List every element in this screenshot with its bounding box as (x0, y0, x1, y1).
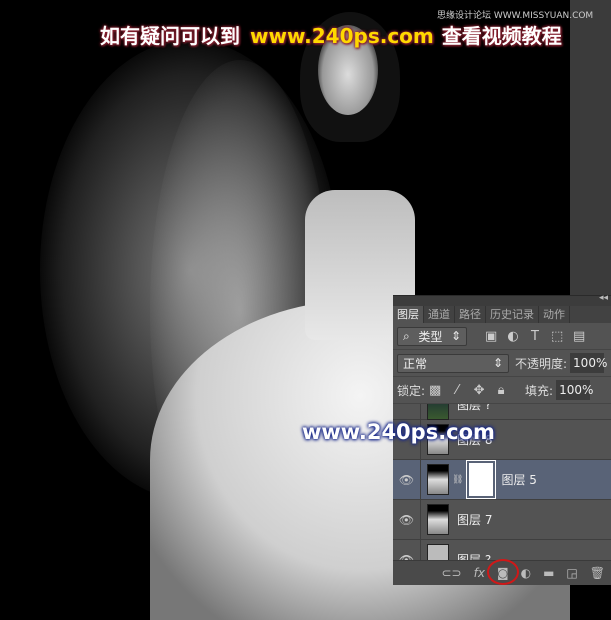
opacity-input[interactable]: 100% (570, 353, 607, 373)
filter-label: 类型 (418, 329, 443, 344)
tab-layers[interactable]: 图层 (393, 306, 424, 323)
lock-transparent-icon[interactable]: ▩ (429, 383, 441, 398)
banner: 如有疑问可以到 www.240ps.com 查看视频教程 (100, 20, 562, 49)
layer-thumbnail (427, 504, 449, 535)
banner-url: www.240ps.com (250, 24, 434, 48)
adjustment-filter-icon[interactable]: ◐ (507, 329, 519, 344)
search-icon: ⌕ (403, 328, 410, 343)
type-filter-icon[interactable]: T (529, 329, 541, 344)
watermark: www.240ps.com (302, 420, 495, 444)
updown-icon: ⇕ (492, 356, 503, 370)
highlight-circle (486, 559, 519, 585)
tab-actions[interactable]: 动作 (539, 306, 570, 323)
eye-icon[interactable]: 👁︎ (393, 460, 421, 499)
collapse-icon[interactable]: ◂◂ (599, 293, 608, 303)
banner-left: 如有疑问可以到 (100, 24, 240, 48)
trash-icon[interactable]: 🗑︎ (590, 566, 605, 580)
lock-label: 锁定: (397, 383, 426, 398)
banner-right: 查看视频教程 (441, 24, 562, 48)
layer-name: 图层 ? (457, 404, 492, 412)
layer-row-selected[interactable]: 👁︎ ⛓ 图层 5 (393, 460, 611, 500)
lock-paint-icon[interactable]: ⁄ (451, 383, 463, 398)
tab-channels[interactable]: 通道 (424, 306, 455, 323)
layer-mask-thumbnail[interactable] (466, 460, 497, 499)
image-filter-icon[interactable]: ▣ (485, 329, 497, 344)
eye-icon[interactable]: 👁︎ (393, 540, 421, 561)
fill-input[interactable]: 100% (556, 380, 593, 400)
tab-paths[interactable]: 路径 (455, 306, 486, 323)
adjustment-layer-icon[interactable]: ◐ (521, 566, 531, 580)
filter-kind-select[interactable]: ⌕ 类型 ⇕ (397, 326, 467, 346)
fx-icon[interactable]: fx (474, 566, 485, 580)
layer-row[interactable]: 图层 ? (393, 404, 611, 420)
credit: 思缘设计论坛 WWW.MISSYUAN.COM (437, 11, 594, 21)
visibility-toggle[interactable] (393, 404, 421, 419)
folder-icon[interactable]: ▬ (543, 566, 554, 580)
updown-icon: ⇕ (450, 329, 461, 343)
layer-thumbnail (427, 544, 449, 561)
link-icon[interactable]: ⊂⊃ (442, 566, 462, 580)
lock-all-icon[interactable]: 🔒︎ (495, 383, 507, 398)
layer-thumbnail (427, 464, 449, 495)
workspace-strip (570, 0, 611, 295)
layer-name: 图层 7 (457, 513, 493, 527)
add-mask-icon[interactable]: ◙ (486, 559, 519, 585)
smart-object-filter-icon[interactable]: ▤ (573, 329, 585, 344)
blend-mode-select[interactable]: 正常 ⇕ (397, 353, 509, 373)
fill-label: 填充: (525, 383, 554, 398)
panel-bottom-toolbar: ⊂⊃ fx ◙ ◐ ▬ ◲ 🗑︎ (393, 559, 611, 585)
new-layer-icon[interactable]: ◲ (566, 566, 577, 580)
opacity-label: 不透明度: (515, 356, 568, 371)
panel-topbar: ◂◂ (393, 293, 611, 306)
tab-history[interactable]: 历史记录 (486, 306, 539, 323)
layer-row[interactable]: 👁︎ 图层 ? (393, 540, 611, 561)
lock-move-icon[interactable]: ✥ (473, 383, 485, 398)
eye-icon[interactable]: 👁︎ (393, 500, 421, 539)
layer-row[interactable]: 👁︎ 图层 7 (393, 500, 611, 540)
layer-thumbnail (427, 404, 449, 420)
layer-name: 图层 5 (501, 473, 537, 487)
blend-mode-value: 正常 (403, 356, 428, 371)
shape-filter-icon[interactable]: ⬚ (551, 329, 563, 344)
chain-link-icon[interactable]: ⛓ (452, 475, 463, 485)
